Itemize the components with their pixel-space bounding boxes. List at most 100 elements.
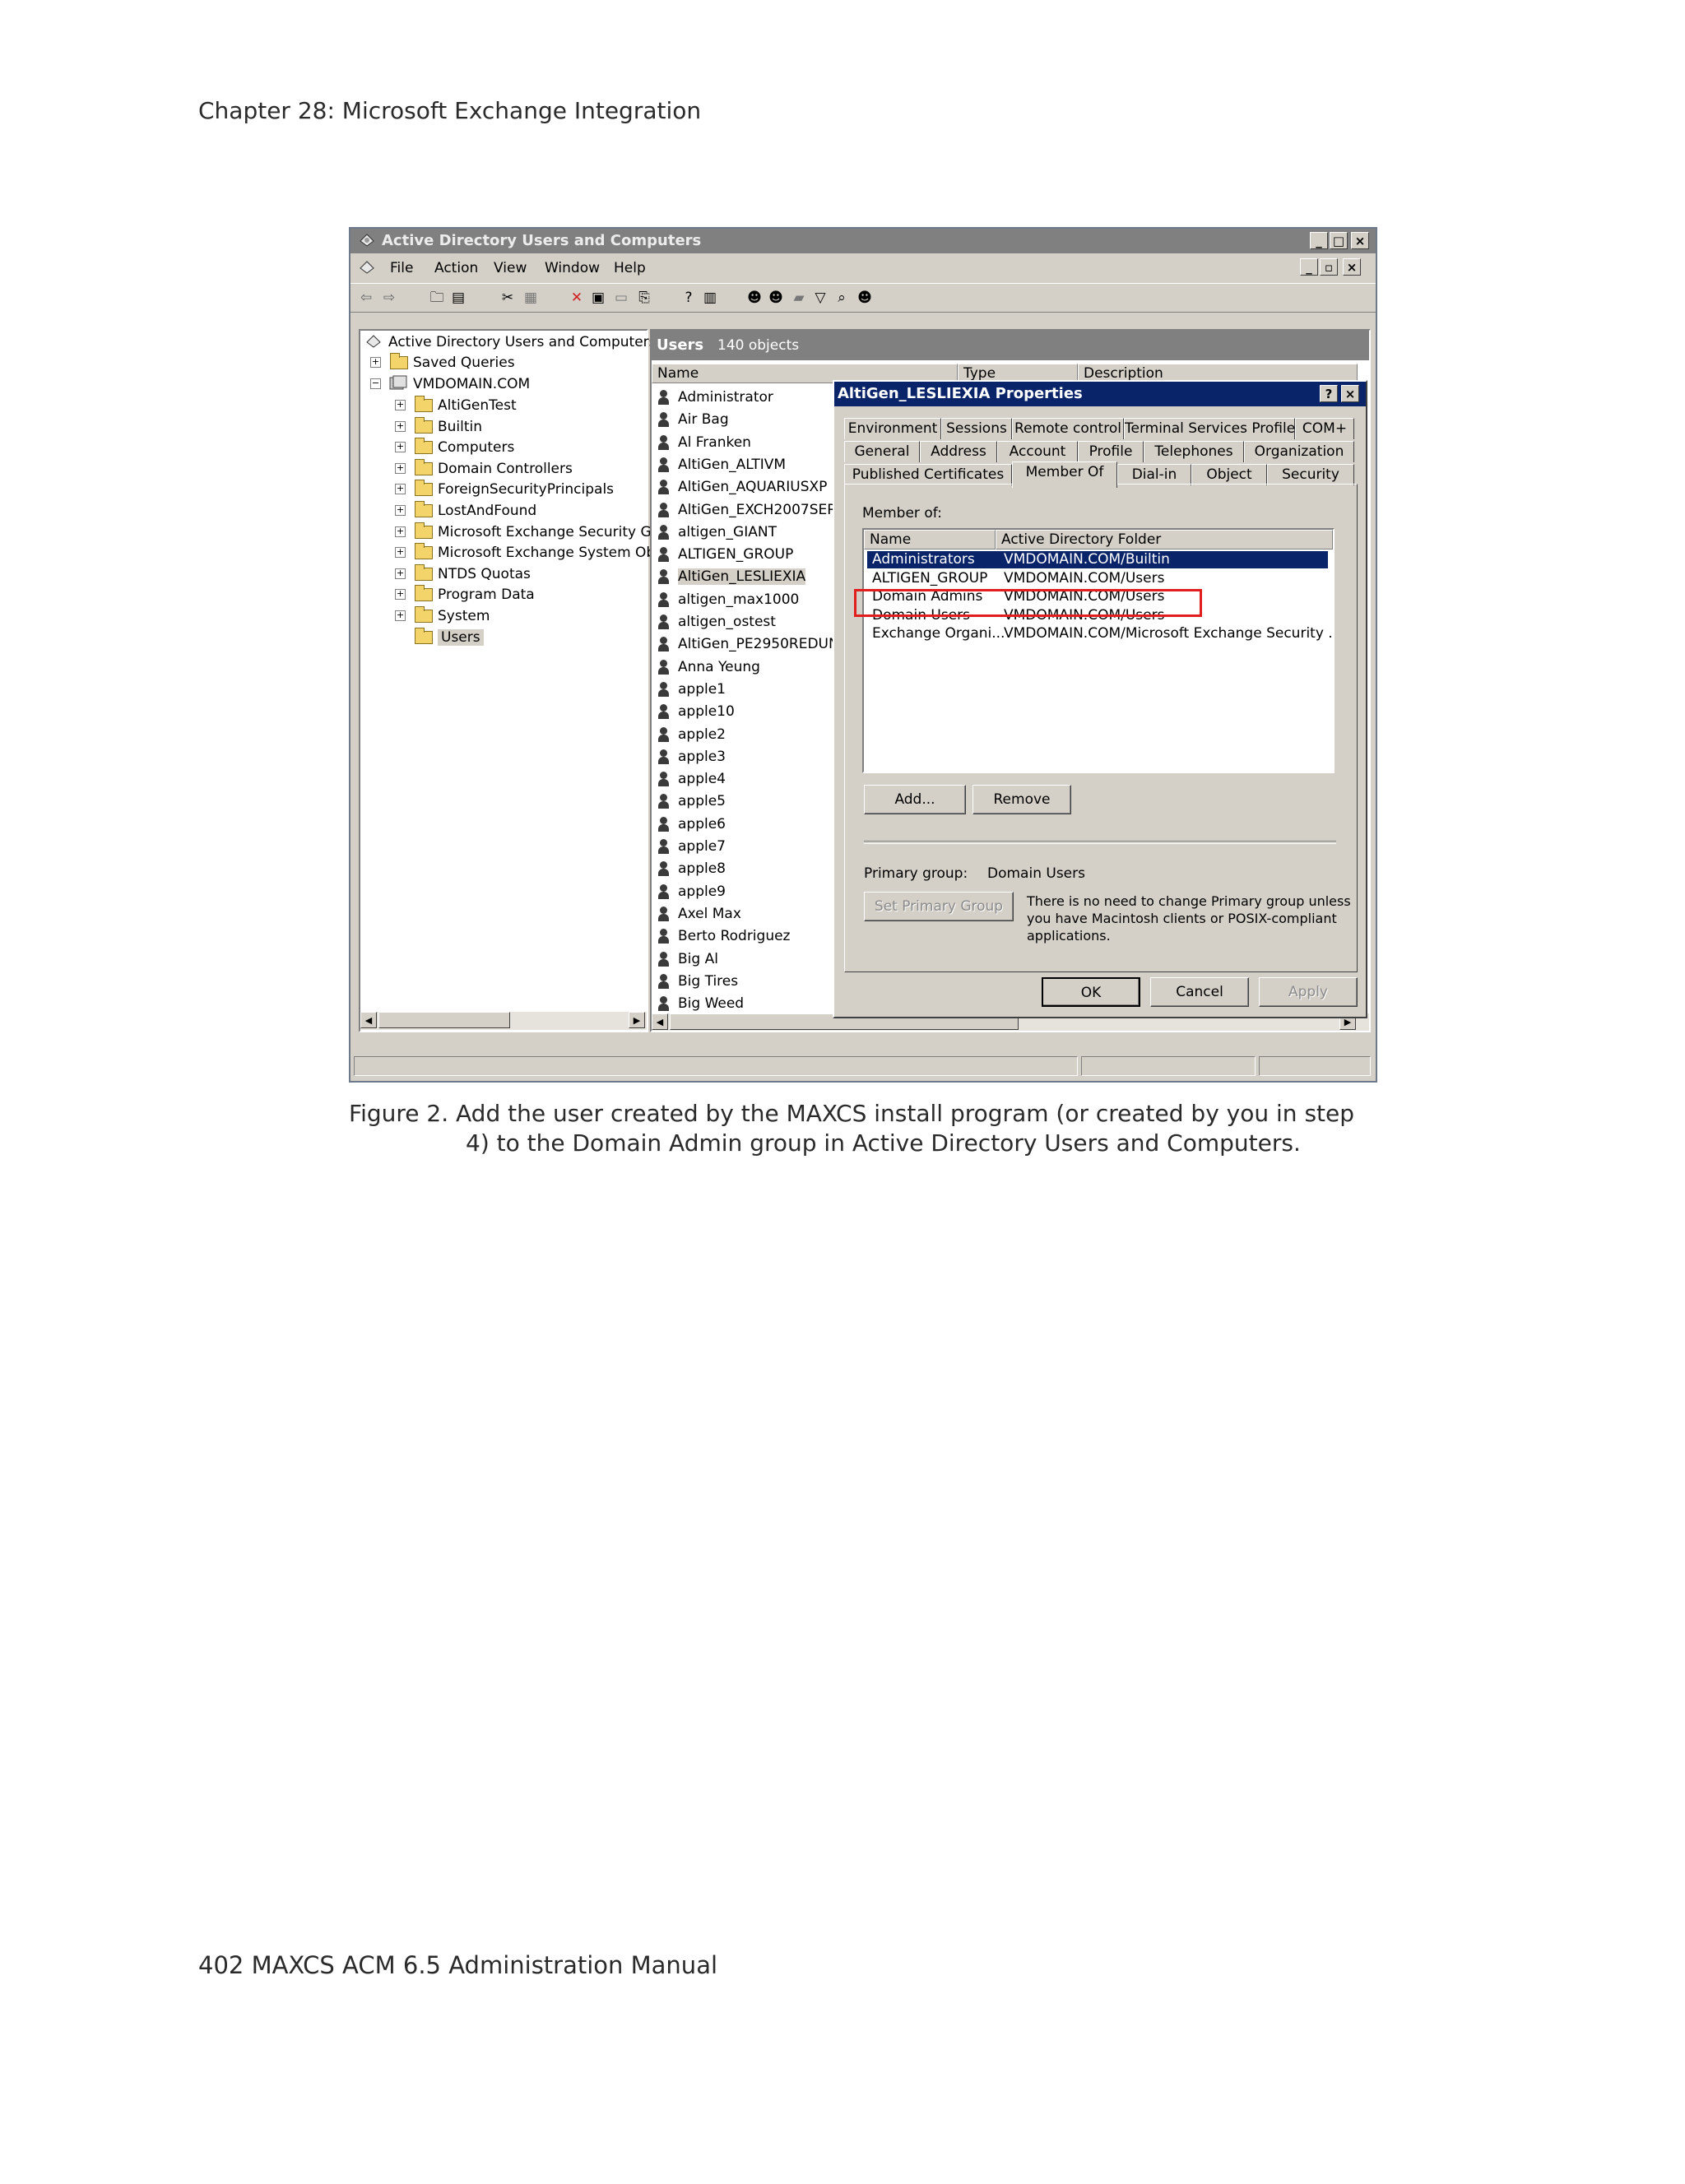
scroll-left-icon[interactable]: ◀	[360, 1012, 377, 1028]
member-of-list[interactable]: Name Active Directory Folder Administrat…	[862, 528, 1335, 773]
tree-item[interactable]: ForeignSecurityPrincipals	[438, 481, 614, 498]
tree-item[interactable]: Computers	[438, 439, 514, 456]
apply-button[interactable]: Apply	[1259, 977, 1358, 1007]
scroll-right-icon[interactable]: ▶	[629, 1012, 645, 1028]
list-item[interactable]: altigen_max1000	[658, 589, 799, 610]
member-row[interactable]: Exchange Organi... VMDOMAIN.COM/Microsoft…	[867, 625, 1333, 642]
member-row[interactable]: Administrators VMDOMAIN.COM/Builtin	[867, 551, 1328, 568]
list-item[interactable]: apple2	[658, 724, 726, 745]
menu-window[interactable]: Window	[545, 260, 600, 276]
tree-root[interactable]: Active Directory Users and Computers [	[388, 334, 666, 350]
tab-general[interactable]: General	[844, 441, 920, 462]
properties-icon[interactable]: ▣	[589, 290, 607, 306]
tab-published-certificates[interactable]: Published Certificates	[844, 464, 1012, 485]
list-item[interactable]: apple9	[658, 881, 726, 902]
inner-restore-button[interactable]: ▫	[1320, 258, 1338, 276]
expand-icon[interactable]: +	[395, 589, 406, 600]
list-item[interactable]: ALTIGEN_GROUP	[658, 544, 793, 565]
tree-item[interactable]: Microsoft Exchange Security Gr	[438, 524, 657, 540]
tab-telephones[interactable]: Telephones	[1144, 441, 1244, 462]
tab-environment[interactable]: Environment	[844, 418, 941, 439]
tree-item[interactable]: Users	[438, 628, 484, 646]
expand-icon[interactable]: +	[395, 568, 406, 579]
help-button[interactable]: ?	[1320, 385, 1338, 402]
tree-item[interactable]: NTDS Quotas	[438, 566, 531, 582]
list-item[interactable]: apple7	[658, 836, 726, 857]
expand-icon[interactable]: +	[395, 442, 406, 453]
list-item[interactable]: Anna Yeung	[658, 656, 760, 678]
add-to-group-icon[interactable]: ☻	[856, 290, 874, 306]
expand-icon[interactable]: +	[370, 357, 381, 368]
tab-member-of[interactable]: Member Of	[1012, 461, 1117, 488]
delete-gray-icon[interactable]: ▦	[522, 290, 540, 306]
tree-hscrollbar[interactable]: ◀ ▶	[360, 1011, 647, 1030]
list-item[interactable]: Berto Rodriguez	[658, 925, 790, 947]
tree-item[interactable]: AltiGenTest	[438, 397, 517, 414]
minimize-button[interactable]: _	[1310, 232, 1328, 249]
list-item[interactable]: AltiGen_LESLIEXIA	[658, 566, 806, 587]
filter-icon[interactable]: ▽	[811, 290, 829, 306]
cancel-button[interactable]: Cancel	[1150, 977, 1249, 1007]
list-item[interactable]: Axel Max	[658, 903, 741, 925]
help-icon[interactable]: ?	[680, 290, 698, 306]
list-item[interactable]: apple8	[658, 858, 726, 879]
list-item[interactable]: Big Al	[658, 948, 718, 970]
tab-terminal-services-profile[interactable]: Terminal Services Profile	[1124, 418, 1295, 439]
list-item[interactable]: Al Franken	[658, 432, 751, 453]
list-item[interactable]: AltiGen_EXCH2007SERV	[658, 499, 846, 521]
tab-com-plus[interactable]: COM+	[1295, 418, 1354, 439]
forward-arrow-icon[interactable]: ⇨	[380, 290, 398, 306]
tab-organization[interactable]: Organization	[1244, 441, 1354, 462]
inner-minimize-button[interactable]: _	[1300, 258, 1318, 276]
inner-close-button[interactable]: ×	[1343, 258, 1361, 276]
list-item[interactable]: Big Weed	[658, 993, 744, 1014]
menu-view[interactable]: View	[494, 260, 527, 276]
expand-icon[interactable]: +	[395, 505, 406, 516]
show-tree-icon[interactable]: ▤	[449, 290, 467, 306]
add-button[interactable]: Add...	[864, 785, 966, 814]
list-item[interactable]: Big Tires	[658, 971, 738, 992]
tree-item[interactable]: Program Data	[438, 587, 535, 603]
tree-domain[interactable]: VMDOMAIN.COM	[413, 376, 530, 392]
expand-icon[interactable]: +	[395, 400, 406, 410]
expand-icon[interactable]: +	[395, 526, 406, 537]
list-item[interactable]: apple1	[658, 679, 726, 700]
delete-icon[interactable]: ✕	[568, 290, 586, 306]
tree-saved-queries[interactable]: Saved Queries	[413, 355, 515, 371]
list-item[interactable]: AltiGen_ALTIVM	[658, 454, 786, 475]
expand-icon[interactable]: +	[395, 547, 406, 559]
tab-security[interactable]: Security	[1267, 464, 1354, 485]
tab-dial-in[interactable]: Dial-in	[1117, 464, 1191, 485]
expand-icon[interactable]: +	[395, 610, 406, 621]
list-item[interactable]: AltiGen_PE2950REDUNC	[658, 633, 849, 655]
list-item[interactable]: AltiGen_AQUARIUSXP	[658, 476, 827, 498]
new-ou-icon[interactable]: ▰	[790, 290, 808, 306]
remove-button[interactable]: Remove	[972, 785, 1071, 814]
up-folder-icon[interactable]: 🗀	[428, 290, 446, 306]
tab-object[interactable]: Object	[1191, 464, 1267, 485]
column-ad-folder[interactable]: Active Directory Folder	[996, 530, 1333, 549]
menu-file[interactable]: File	[390, 260, 413, 276]
maximize-button[interactable]: □	[1330, 232, 1348, 249]
scroll-left-icon[interactable]: ◀	[652, 1013, 668, 1030]
expand-icon[interactable]: +	[395, 484, 406, 495]
new-user-icon[interactable]: ☻	[745, 290, 764, 306]
set-primary-group-button[interactable]: Set Primary Group	[864, 892, 1014, 921]
column-name[interactable]: Name	[864, 530, 996, 549]
new-group-icon[interactable]: ☻	[767, 290, 785, 306]
list-item[interactable]: apple5	[658, 791, 726, 812]
tree-item[interactable]: Builtin	[438, 419, 482, 435]
tab-profile[interactable]: Profile	[1078, 441, 1144, 462]
tab-address[interactable]: Address	[920, 441, 997, 462]
tab-sessions[interactable]: Sessions	[941, 418, 1012, 439]
cut-icon[interactable]: ✂	[499, 290, 517, 306]
expand-icon[interactable]: +	[395, 420, 406, 432]
list-item[interactable]: apple3	[658, 746, 726, 767]
list-item[interactable]: altigen_GIANT	[658, 522, 777, 543]
tree-item[interactable]: Domain Controllers	[438, 461, 573, 477]
back-arrow-icon[interactable]: ⇦	[357, 290, 375, 306]
export-icon[interactable]: ⎘	[635, 290, 653, 306]
tree-item[interactable]: Microsoft Exchange System Obj	[438, 545, 659, 561]
list-item[interactable]: altigen_ostest	[658, 611, 776, 633]
ok-button[interactable]: OK	[1042, 977, 1140, 1007]
